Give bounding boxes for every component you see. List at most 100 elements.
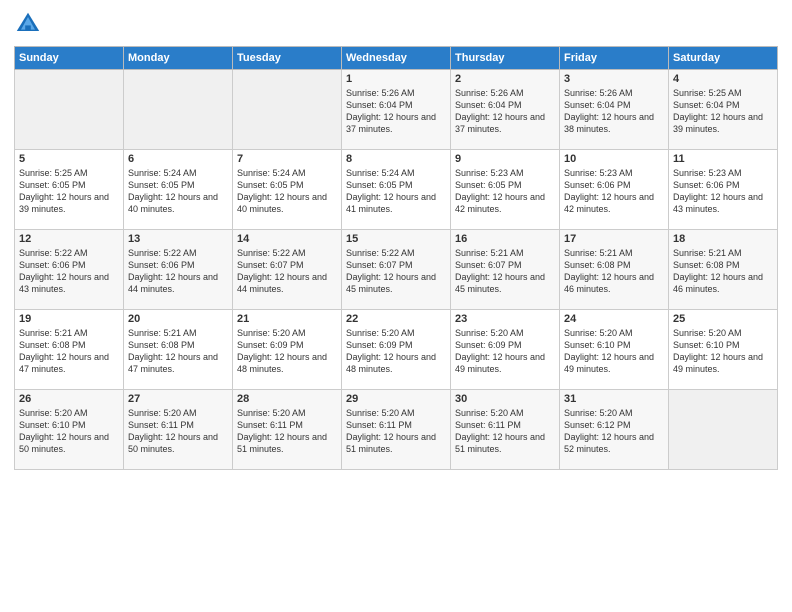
calendar-cell: 4Sunrise: 5:25 AMSunset: 6:04 PMDaylight… [669,70,778,150]
calendar-cell: 16 Sunrise: 5:21 AMSunset: 6:07 PMDayligh… [451,230,560,310]
cell-info: Sunrise: 5:21 AMSunset: 6:08 PMDaylight:… [564,247,664,296]
day-number: 3 [564,73,664,85]
day-number: 26 [19,393,119,405]
cell-info: Sunrise: 5:26 AMSunset: 6:04 PMDaylight:… [564,87,664,136]
calendar-week-4: 19 Sunrise: 5:21 AMSunset: 6:08 PMDayligh… [15,310,778,390]
header [14,10,778,38]
calendar-cell: 25 Sunrise: 5:20 AMSunset: 6:10 PMDayligh… [669,310,778,390]
calendar-cell: 20Sunrise: 5:21 AMSunset: 6:08 PMDayligh… [124,310,233,390]
weekday-thursday: Thursday [451,47,560,70]
day-number: 31 [564,393,664,405]
calendar-cell [233,70,342,150]
calendar-table: SundayMondayTuesdayWednesdayThursdayFrid… [14,46,778,470]
day-number: 8 [346,153,446,165]
calendar-cell: 14Sunrise: 5:22 AMSunset: 6:07 PMDayligh… [233,230,342,310]
day-number: 21 [237,313,337,325]
calendar-cell: 30Sunrise: 5:20 AMSunset: 6:11 PMDayligh… [451,390,560,470]
logo [14,10,46,38]
logo-icon [14,10,42,38]
calendar-cell: 11Sunrise: 5:23 AMSunset: 6:06 PMDayligh… [669,150,778,230]
calendar-cell: 21 Sunrise: 5:20 AMSunset: 6:09 PMDayligh… [233,310,342,390]
cell-info: Sunrise: 5:20 AMSunset: 6:11 PMDaylight:… [346,407,446,456]
calendar-cell: 26 Sunrise: 5:20 AMSunset: 6:10 PMDayligh… [15,390,124,470]
calendar-cell: 10 Sunrise: 5:23 AMSunset: 6:06 PMDayligh… [560,150,669,230]
cell-info: Sunrise: 5:23 AMSunset: 6:06 PMDaylight:… [673,167,773,216]
day-number: 2 [455,73,555,85]
calendar-cell: 8Sunrise: 5:24 AMSunset: 6:05 PMDaylight… [342,150,451,230]
cell-info: Sunrise: 5:20 AMSunset: 6:10 PMDaylight:… [673,327,773,376]
day-number: 9 [455,153,555,165]
page: SundayMondayTuesdayWednesdayThursdayFrid… [0,0,792,612]
day-number: 20 [128,313,228,325]
cell-info: Sunrise: 5:20 AMSunset: 6:11 PMDaylight:… [128,407,228,456]
weekday-tuesday: Tuesday [233,47,342,70]
calendar-cell: 29 Sunrise: 5:20 AMSunset: 6:11 PMDayligh… [342,390,451,470]
calendar-cell: 22 Sunrise: 5:20 AMSunset: 6:09 PMDayligh… [342,310,451,390]
calendar-cell [15,70,124,150]
day-number: 16 [455,233,555,245]
calendar-week-3: 12 Sunrise: 5:22 AMSunset: 6:06 PMDayligh… [15,230,778,310]
weekday-monday: Monday [124,47,233,70]
day-number: 29 [346,393,446,405]
cell-info: Sunrise: 5:23 AMSunset: 6:05 PMDaylight:… [455,167,555,216]
calendar-cell: 27 Sunrise: 5:20 AMSunset: 6:11 PMDayligh… [124,390,233,470]
cell-info: Sunrise: 5:20 AMSunset: 6:09 PMDaylight:… [455,327,555,376]
day-number: 25 [673,313,773,325]
cell-info: Sunrise: 5:20 AMSunset: 6:09 PMDaylight:… [237,327,337,376]
cell-info: Sunrise: 5:22 AMSunset: 6:07 PMDaylight:… [346,247,446,296]
calendar-cell: 6 Sunrise: 5:24 AMSunset: 6:05 PMDaylight… [124,150,233,230]
day-number: 30 [455,393,555,405]
cell-info: Sunrise: 5:24 AMSunset: 6:05 PMDaylight:… [237,167,337,216]
calendar-cell: 9 Sunrise: 5:23 AMSunset: 6:05 PMDaylight… [451,150,560,230]
weekday-sunday: Sunday [15,47,124,70]
cell-info: Sunrise: 5:25 AMSunset: 6:05 PMDaylight:… [19,167,119,216]
calendar-cell: 5 Sunrise: 5:25 AMSunset: 6:05 PMDaylight… [15,150,124,230]
day-number: 13 [128,233,228,245]
calendar-cell: 2Sunrise: 5:26 AMSunset: 6:04 PMDaylight… [451,70,560,150]
cell-info: Sunrise: 5:22 AMSunset: 6:06 PMDaylight:… [19,247,119,296]
calendar-cell: 24Sunrise: 5:20 AMSunset: 6:10 PMDayligh… [560,310,669,390]
weekday-saturday: Saturday [669,47,778,70]
cell-info: Sunrise: 5:21 AMSunset: 6:07 PMDaylight:… [455,247,555,296]
calendar-cell: 28 Sunrise: 5:20 AMSunset: 6:11 PMDayligh… [233,390,342,470]
weekday-wednesday: Wednesday [342,47,451,70]
calendar-week-2: 5 Sunrise: 5:25 AMSunset: 6:05 PMDaylight… [15,150,778,230]
day-number: 4 [673,73,773,85]
day-number: 12 [19,233,119,245]
day-number: 7 [237,153,337,165]
day-number: 10 [564,153,664,165]
cell-info: Sunrise: 5:21 AMSunset: 6:08 PMDaylight:… [673,247,773,296]
cell-info: Sunrise: 5:21 AMSunset: 6:08 PMDaylight:… [19,327,119,376]
calendar-week-1: 1Sunrise: 5:26 AMSunset: 6:04 PMDaylight… [15,70,778,150]
cell-info: Sunrise: 5:20 AMSunset: 6:10 PMDaylight:… [19,407,119,456]
day-number: 5 [19,153,119,165]
day-number: 18 [673,233,773,245]
day-number: 24 [564,313,664,325]
day-number: 6 [128,153,228,165]
cell-info: Sunrise: 5:22 AMSunset: 6:07 PMDaylight:… [237,247,337,296]
cell-info: Sunrise: 5:23 AMSunset: 6:06 PMDaylight:… [564,167,664,216]
calendar-cell: 23 Sunrise: 5:20 AMSunset: 6:09 PMDayligh… [451,310,560,390]
calendar-cell: 1Sunrise: 5:26 AMSunset: 6:04 PMDaylight… [342,70,451,150]
day-number: 17 [564,233,664,245]
cell-info: Sunrise: 5:20 AMSunset: 6:11 PMDaylight:… [237,407,337,456]
cell-info: Sunrise: 5:20 AMSunset: 6:09 PMDaylight:… [346,327,446,376]
day-number: 23 [455,313,555,325]
day-number: 28 [237,393,337,405]
calendar-cell: 12 Sunrise: 5:22 AMSunset: 6:06 PMDayligh… [15,230,124,310]
day-number: 22 [346,313,446,325]
weekday-header-row: SundayMondayTuesdayWednesdayThursdayFrid… [15,47,778,70]
calendar-cell: 19 Sunrise: 5:21 AMSunset: 6:08 PMDayligh… [15,310,124,390]
calendar-cell: 18 Sunrise: 5:21 AMSunset: 6:08 PMDayligh… [669,230,778,310]
calendar-cell: 31Sunrise: 5:20 AMSunset: 6:12 PMDayligh… [560,390,669,470]
calendar-cell: 3 Sunrise: 5:26 AMSunset: 6:04 PMDaylight… [560,70,669,150]
day-number: 27 [128,393,228,405]
calendar-cell: 13Sunrise: 5:22 AMSunset: 6:06 PMDayligh… [124,230,233,310]
day-number: 19 [19,313,119,325]
cell-info: Sunrise: 5:24 AMSunset: 6:05 PMDaylight:… [128,167,228,216]
calendar-cell [124,70,233,150]
calendar-cell [669,390,778,470]
cell-info: Sunrise: 5:26 AMSunset: 6:04 PMDaylight:… [346,87,446,136]
calendar-week-5: 26 Sunrise: 5:20 AMSunset: 6:10 PMDayligh… [15,390,778,470]
calendar-cell: 7 Sunrise: 5:24 AMSunset: 6:05 PMDaylight… [233,150,342,230]
